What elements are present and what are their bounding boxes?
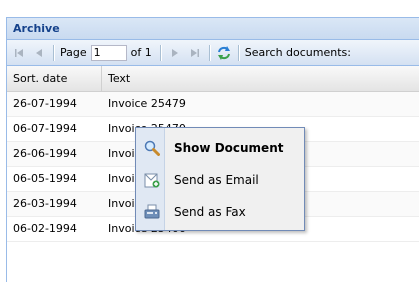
date-cell: 06-02-1994 (13, 222, 77, 235)
date-cell: 26-03-1994 (13, 197, 77, 210)
last-page-icon (190, 48, 199, 57)
next-page-button[interactable] (167, 45, 183, 61)
date-cell: 26-07-1994 (13, 97, 77, 110)
first-page-button[interactable] (11, 45, 27, 61)
column-header-sort-date[interactable]: Sort. date (7, 66, 102, 91)
page-label: Page (60, 46, 87, 59)
column-header-text[interactable]: Text (102, 66, 130, 91)
grid-header: Sort. date Text (7, 66, 419, 92)
last-page-button[interactable] (187, 45, 203, 61)
previous-page-icon (36, 48, 42, 57)
panel-title: Archive (7, 18, 419, 40)
fax-icon (142, 202, 162, 222)
search-label: Search documents: (244, 46, 351, 59)
send-email-label: Send as Email (174, 173, 259, 187)
page-count-label: of 1 (130, 46, 152, 59)
text-cell: Invoice 25479 (108, 97, 186, 110)
toolbar-separator (53, 44, 55, 61)
date-cell: 06-05-1994 (13, 172, 77, 185)
date-cell: 06-07-1994 (13, 122, 77, 135)
toolbar-separator (237, 44, 240, 61)
magnifier-icon (142, 138, 162, 158)
first-page-icon (15, 48, 23, 57)
show-document-menu-item[interactable]: Show Document (138, 136, 302, 160)
toolbar-separator (159, 44, 162, 61)
show-document-label: Show Document (174, 141, 284, 155)
send-fax-label: Send as Fax (174, 205, 246, 219)
refresh-icon (217, 45, 230, 60)
previous-page-button[interactable] (31, 45, 47, 61)
toolbar-separator (208, 44, 211, 61)
paging-toolbar: Page of 1 Search documents: (7, 40, 419, 66)
refresh-button[interactable] (216, 45, 232, 61)
table-row[interactable]: 26-07-1994 Invoice 25479 (7, 92, 419, 117)
date-cell: 26-06-1994 (13, 147, 77, 160)
send-fax-menu-item[interactable]: Send as Fax (138, 200, 302, 224)
page-number-input[interactable] (90, 44, 127, 61)
next-page-icon (171, 48, 178, 57)
context-menu: Show Document Send as Email Send as Fax (135, 127, 305, 231)
send-email-menu-item[interactable]: Send as Email (138, 168, 302, 192)
email-icon (142, 170, 162, 190)
